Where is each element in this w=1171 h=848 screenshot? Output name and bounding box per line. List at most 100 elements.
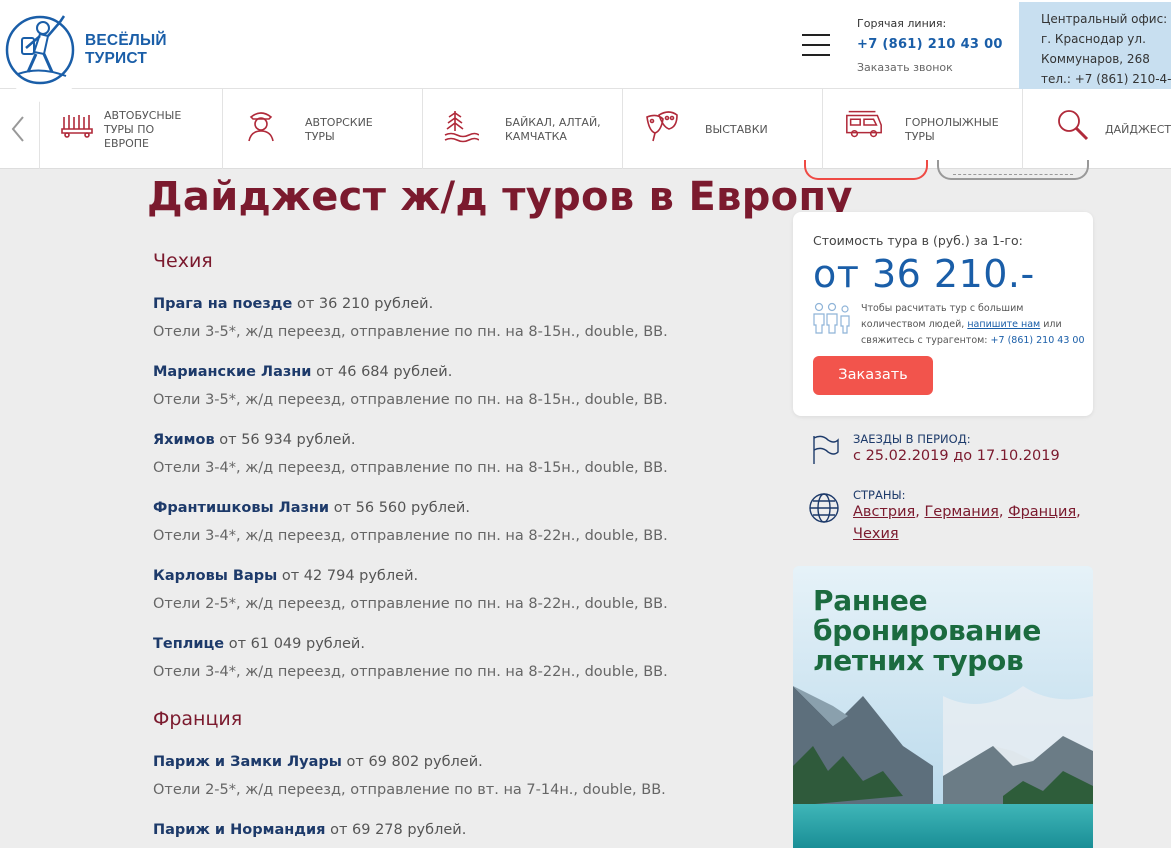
- hotline: Горячая линия: +7 (861) 210 43 00 Заказа…: [857, 17, 1003, 74]
- tour-link[interactable]: Яхимов: [153, 432, 215, 448]
- site-header: ВЕСЁЛЫЙ ТУРИСТ Горячая линия: +7 (861) 2…: [0, 0, 1171, 102]
- globe-icon: [809, 493, 839, 523]
- category-label: ГОРНОЛЫЖНЫЕ ТУРЫ: [905, 116, 999, 144]
- tour-item: Марианские Лазни от 46 684 рублей.: [153, 364, 452, 380]
- tour-description: Отели 2-5*, ж/д переезд, отправление по …: [153, 596, 668, 612]
- lake-tree-icon: [444, 111, 479, 143]
- category-label-line: ТУРЫ: [905, 130, 935, 143]
- masks-icon: [646, 111, 678, 142]
- tour-item: Франтишковы Лазни от 56 560 рублей.: [153, 500, 470, 516]
- price-card: Стоимость тура в (руб.) за 1-го: от 36 2…: [793, 212, 1093, 416]
- tour-item: Париж и Нормандия от 69 278 рублей.: [153, 822, 466, 838]
- tab-pill-red[interactable]: [804, 160, 928, 180]
- tour-link[interactable]: Париж и Замки Луары: [153, 754, 342, 770]
- logo[interactable]: [4, 6, 84, 102]
- price-note: Чтобы расчитать тур с большим количество…: [861, 301, 1085, 349]
- tour-price: от 46 684 рублей.: [316, 364, 453, 380]
- category-ski-tours[interactable]: ГОРНОЛЫЖНЫЕ ТУРЫ: [823, 89, 1023, 169]
- callback-link[interactable]: Заказать звонок: [857, 61, 1003, 74]
- category-exhibitions[interactable]: ВЫСТАВКИ: [623, 89, 823, 169]
- tour-price: от 42 794 рублей.: [281, 568, 419, 584]
- menu-bar-icon: [802, 44, 830, 46]
- tour-link[interactable]: Карловы Вары: [153, 568, 277, 584]
- countries-list: Австрия, Германия, Франция,: [853, 504, 1081, 520]
- bus-tours-icon: [61, 115, 93, 138]
- chevron-left-icon: [11, 116, 24, 142]
- agent-phone-link[interactable]: +7 (861) 210 43 00: [991, 335, 1085, 346]
- country-link[interactable]: Австрия: [853, 504, 915, 520]
- tour-link[interactable]: Марианские Лазни: [153, 364, 311, 380]
- tour-price: от 56 934 рублей.: [219, 432, 356, 448]
- tour-link[interactable]: Прага на поезде: [153, 296, 292, 312]
- banner-title-line: бронирование: [813, 614, 1042, 647]
- category-label-line: КАМЧАТКА: [505, 130, 567, 143]
- country-heading-czech: Чехия: [153, 250, 213, 272]
- tour-price: от 69 278 рублей.: [330, 822, 467, 838]
- traveler-icon: [248, 112, 274, 142]
- category-label: БАЙКАЛ, АЛТАЙ, КАМЧАТКА: [505, 116, 601, 144]
- category-label-line: ЕВРОПЕ: [104, 137, 150, 150]
- hotline-label: Горячая линия:: [857, 17, 947, 30]
- category-baikal[interactable]: БАЙКАЛ, АЛТАЙ, КАМЧАТКА: [423, 89, 623, 169]
- price-amount: от 36 210.-: [813, 252, 1035, 296]
- period-title: ЗАЕЗДЫ В ПЕРИОД:: [853, 432, 971, 446]
- category-label: АВТОБУСНЫЕ ТУРЫ ПО ЕВРОПЕ: [104, 109, 181, 151]
- tour-item: Яхимов от 56 934 рублей.: [153, 432, 356, 448]
- office-address-line-2: Коммунаров, 268: [1041, 52, 1150, 66]
- period-value: с 25.02.2019 до 17.10.2019: [853, 448, 1060, 464]
- country-link[interactable]: Германия: [924, 504, 998, 520]
- tour-description: Отели 3-5*, ж/д переезд, отправление по …: [153, 392, 668, 408]
- central-office: Центральный офис: г. Краснодар ул. Комму…: [1019, 2, 1171, 89]
- tour-price: от 69 802 рублей.: [346, 754, 483, 770]
- page-title: Дайджест ж/д туров в Европу: [147, 174, 853, 220]
- menu-bar-icon: [802, 54, 830, 56]
- category-nav: АВТОБУСНЫЕ ТУРЫ ПО ЕВРОПЕ АВТОРСКИЕ ТУРЫ: [0, 89, 1171, 169]
- office-address-line-1: г. Краснодар ул.: [1041, 32, 1146, 46]
- tour-description: Отели 3-4*, ж/д переезд, отправление по …: [153, 528, 668, 544]
- tour-description: Отели 3-4*, ж/д переезд, отправление по …: [153, 460, 668, 476]
- category-label-line: БАЙКАЛ, АЛТАЙ,: [505, 116, 601, 129]
- logo-line-2: ТУРИСТ: [85, 50, 148, 67]
- category-label-line: ТУРЫ ПО: [104, 123, 155, 136]
- category-label: ДАЙДЖЕСТ: [1105, 123, 1171, 137]
- tour-link[interactable]: Франтишковы Лазни: [153, 500, 329, 516]
- tour-price: от 56 560 рублей.: [333, 500, 470, 516]
- logo-line-1: ВЕСЁЛЫЙ: [85, 32, 167, 49]
- flag-icon: [813, 435, 839, 464]
- category-label: АВТОРСКИЕ ТУРЫ: [305, 116, 373, 144]
- tour-item: Париж и Замки Луары от 69 802 рублей.: [153, 754, 483, 770]
- menu-bar-icon: [802, 34, 830, 36]
- office-phone[interactable]: тел.: +7 (861) 210-4-3: [1041, 69, 1171, 89]
- countries-title: СТРАНЫ:: [853, 488, 906, 502]
- tour-item: Прага на поезде от 36 210 рублей.: [153, 296, 433, 312]
- early-booking-banner[interactable]: Раннее бронирование летних туров: [793, 566, 1093, 848]
- order-button[interactable]: Заказать: [813, 356, 933, 395]
- category-label-line: ТУРЫ: [305, 130, 335, 143]
- price-label: Стоимость тура в (руб.) за 1-го:: [813, 233, 1023, 248]
- search-icon: [1058, 110, 1089, 141]
- logo-text[interactable]: ВЕСЁЛЫЙ ТУРИСТ: [85, 32, 167, 68]
- category-digest[interactable]: ДАЙДЖЕСТ: [1023, 89, 1171, 169]
- category-label-line: АВТОРСКИЕ: [305, 116, 373, 129]
- category-label-line: ВЫСТАВКИ: [705, 123, 768, 136]
- menu-burger-button[interactable]: [802, 34, 830, 56]
- tour-description: Отели 2-5*, ж/д переезд, отправление по …: [153, 782, 666, 798]
- write-us-link[interactable]: напишите нам: [967, 319, 1040, 330]
- category-author-tours[interactable]: АВТОРСКИЕ ТУРЫ: [223, 89, 423, 169]
- hotline-phone-link[interactable]: +7 (861) 210 43 00: [857, 37, 1003, 52]
- tourist-logo-icon: [5, 15, 75, 85]
- tour-link[interactable]: Париж и Нормандия: [153, 822, 325, 838]
- tour-link[interactable]: Теплице: [153, 636, 224, 652]
- category-label-line: ДАЙДЖЕСТ: [1105, 123, 1171, 136]
- people-group-icon: [813, 302, 850, 334]
- tour-description: Отели 3-4*, ж/д переезд, отправление по …: [153, 664, 668, 680]
- countries-list-cont: Чехия: [853, 526, 899, 542]
- country-link[interactable]: Чехия: [853, 526, 899, 542]
- category-label-line: ГОРНОЛЫЖНЫЕ: [905, 116, 999, 129]
- tab-pill-gray[interactable]: [937, 160, 1089, 180]
- tour-description: Отели 3-5*, ж/д переезд, отправление по …: [153, 324, 668, 340]
- banner-title-line: Раннее: [813, 584, 928, 617]
- car-icon: [846, 110, 882, 138]
- category-label: ВЫСТАВКИ: [705, 123, 768, 137]
- country-link[interactable]: Франция: [1008, 504, 1076, 520]
